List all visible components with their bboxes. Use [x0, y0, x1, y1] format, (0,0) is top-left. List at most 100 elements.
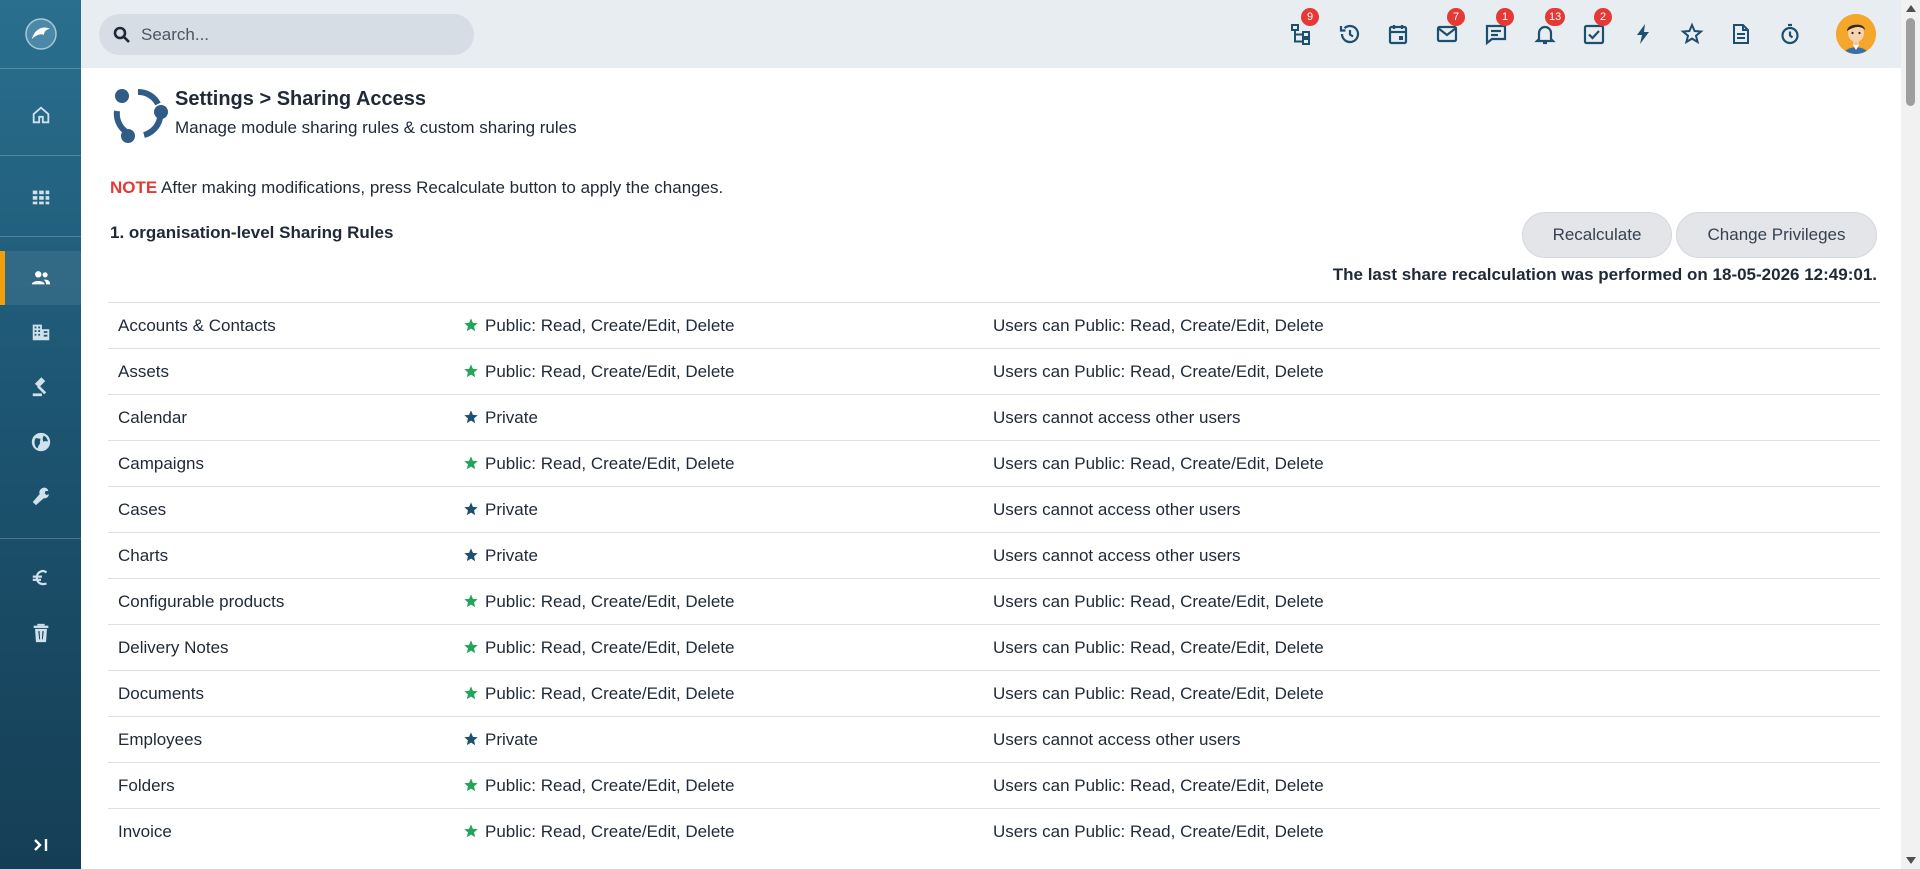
scrollbar-thumb[interactable]	[1906, 18, 1915, 106]
page-scrollbar[interactable]	[1901, 0, 1920, 869]
access-level: Public: Read, Create/Edit, Delete	[463, 302, 993, 349]
chat-button[interactable]: 1	[1482, 8, 1514, 48]
access-description: Users can Public: Read, Create/Edit, Del…	[993, 670, 1880, 717]
table-row[interactable]: Configurable products Public: Read, Creat…	[108, 578, 1880, 625]
scroll-down-arrow-icon[interactable]	[1906, 857, 1916, 864]
access-level: Public: Read, Create/Edit, Delete	[463, 348, 993, 395]
module-name: Charts	[108, 532, 463, 579]
access-description: Users cannot access other users	[993, 716, 1880, 763]
access-description: Users cannot access other users	[993, 532, 1880, 579]
search-input[interactable]	[141, 24, 461, 45]
user-avatar[interactable]	[1836, 14, 1876, 54]
document-icon	[1733, 24, 1749, 44]
table-row[interactable]: Accounts & Contacts Public: Read, Create/…	[108, 302, 1880, 349]
search-box[interactable]	[99, 14, 474, 55]
change-privileges-button[interactable]: Change Privileges	[1676, 212, 1877, 258]
public-star-icon	[464, 317, 478, 331]
note-label: NOTE	[110, 178, 158, 197]
access-description: Users can Public: Read, Create/Edit, Del…	[993, 302, 1880, 349]
table-row[interactable]: Charts Private Users cannot access other u…	[108, 532, 1880, 579]
topbar: 9 7 1 13 2	[81, 0, 1901, 68]
table-row[interactable]: Cases Private Users cannot access other us…	[108, 486, 1880, 533]
tasks-button[interactable]: 2	[1580, 8, 1612, 48]
app-logo[interactable]	[0, 0, 81, 68]
sidebar-item-users[interactable]	[0, 251, 81, 305]
private-star-icon	[464, 731, 478, 745]
table-row[interactable]: Employees Private Users cannot access othe…	[108, 716, 1880, 763]
sidebar-item-apps[interactable]	[0, 170, 81, 224]
access-label: Public: Read, Create/Edit, Delete	[485, 591, 735, 611]
table-row[interactable]: Assets Public: Read, Create/Edit, Delete U…	[108, 348, 1880, 395]
access-level: Private	[463, 486, 993, 533]
table-row[interactable]: Documents Public: Read, Create/Edit, Dele…	[108, 670, 1880, 717]
access-label: Public: Read, Create/Edit, Delete	[485, 683, 735, 703]
timer-button[interactable]	[1776, 20, 1804, 48]
dolphin-logo-icon	[24, 18, 57, 50]
favorites-button[interactable]	[1678, 20, 1706, 48]
history-button[interactable]	[1336, 20, 1364, 48]
sidebar-item-finance[interactable]	[0, 551, 81, 605]
last-recalculation-info: The last share recalculation was perform…	[1332, 265, 1877, 284]
table-row[interactable]: Delivery Notes Public: Read, Create/Edit,…	[108, 624, 1880, 671]
page-title: Settings > Sharing Access	[175, 88, 427, 110]
private-star-icon	[464, 409, 478, 423]
access-description: Users can Public: Read, Create/Edit, Del…	[993, 624, 1880, 671]
module-name: Documents	[108, 670, 463, 717]
notification-badge: 9	[1301, 8, 1319, 26]
sidebar-divider	[0, 538, 81, 539]
sidebar-item-home[interactable]	[0, 88, 81, 142]
table-row[interactable]: Calendar Private Users cannot access other…	[108, 394, 1880, 441]
access-label: Public: Read, Create/Edit, Delete	[485, 453, 735, 473]
access-level: Public: Read, Create/Edit, Delete	[463, 808, 993, 855]
public-star-icon	[464, 593, 478, 607]
sidebar-item-tools[interactable]	[0, 469, 81, 523]
module-name: Delivery Notes	[108, 624, 463, 671]
private-star-icon	[464, 547, 478, 561]
access-label: Public: Read, Create/Edit, Delete	[485, 775, 735, 795]
public-star-icon	[464, 639, 478, 653]
table-row[interactable]: Campaigns Public: Read, Create/Edit, Dele…	[108, 440, 1880, 487]
avatar-icon	[1836, 14, 1876, 54]
trash-icon	[33, 623, 48, 643]
public-star-icon	[464, 363, 478, 377]
sidebar-item-recycle-bin[interactable]	[0, 606, 81, 660]
module-name: Campaigns	[108, 440, 463, 487]
mail-button[interactable]: 7	[1433, 8, 1465, 48]
table-row[interactable]: Folders Public: Read, Create/Edit, Delete…	[108, 762, 1880, 809]
access-description: Users cannot access other users	[993, 394, 1880, 441]
module-name: Invoice	[108, 808, 463, 855]
sidebar-item-web[interactable]	[0, 415, 81, 469]
access-level: Public: Read, Create/Edit, Delete	[463, 440, 993, 487]
sidebar-divider	[0, 236, 81, 237]
sharing-rules-table: Accounts & Contacts Public: Read, Create/…	[108, 302, 1880, 855]
sidebar-item-legal[interactable]	[0, 360, 81, 414]
sidebar-expand-button[interactable]	[0, 820, 81, 869]
documents-button[interactable]	[1727, 20, 1755, 48]
access-description: Users cannot access other users	[993, 486, 1880, 533]
sidebar-divider	[0, 68, 81, 69]
access-label: Public: Read, Create/Edit, Delete	[485, 361, 735, 381]
grid-icon	[32, 190, 49, 205]
module-name: Folders	[108, 762, 463, 809]
module-name: Employees	[108, 716, 463, 763]
access-label: Public: Read, Create/Edit, Delete	[485, 315, 735, 335]
notifications-button[interactable]: 13	[1531, 8, 1566, 48]
access-description: Users can Public: Read, Create/Edit, Del…	[993, 762, 1880, 809]
access-level: Private	[463, 394, 993, 441]
recalculate-button[interactable]: Recalculate	[1522, 212, 1672, 258]
public-star-icon	[464, 824, 478, 837]
hierarchy-button[interactable]: 9	[1287, 8, 1319, 48]
building-icon	[32, 324, 49, 341]
table-row[interactable]: Invoice Public: Read, Create/Edit, Delete…	[108, 808, 1880, 855]
gavel-icon	[32, 377, 46, 397]
notification-badge: 7	[1447, 8, 1465, 26]
public-star-icon	[464, 455, 478, 469]
calendar-button[interactable]	[1384, 20, 1412, 48]
access-description: Users can Public: Read, Create/Edit, Del…	[993, 348, 1880, 395]
access-description: Users can Public: Read, Create/Edit, Del…	[993, 578, 1880, 625]
quick-actions-button[interactable]	[1629, 20, 1657, 48]
sharing-access-logo-icon	[113, 89, 168, 143]
access-level: Public: Read, Create/Edit, Delete	[463, 670, 993, 717]
sidebar-item-organisation[interactable]	[0, 305, 81, 359]
scroll-up-arrow-icon[interactable]	[1906, 5, 1916, 12]
